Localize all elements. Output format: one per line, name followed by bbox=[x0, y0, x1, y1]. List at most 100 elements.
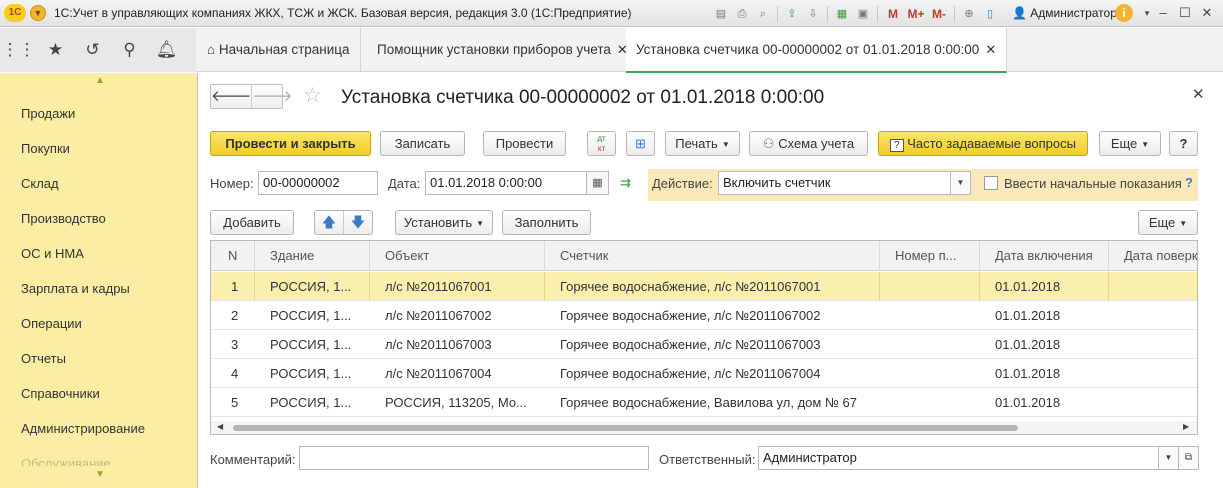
fill-button[interactable]: Заполнить bbox=[502, 210, 591, 235]
chevron-down-icon[interactable]: ▼ bbox=[951, 171, 971, 195]
sidebar-item-purchases[interactable]: Покупки bbox=[21, 141, 70, 156]
action-select[interactable]: Включить счетчик bbox=[718, 171, 951, 195]
column-header-date-check[interactable]: Дата поверк bbox=[1109, 241, 1197, 271]
print-button[interactable]: Печать ▼ bbox=[665, 131, 740, 156]
number-field[interactable]: 00-00000002 bbox=[258, 171, 378, 195]
date-field[interactable]: 01.01.2018 0:00:00 bbox=[425, 171, 587, 195]
save-icon[interactable]: ▤ bbox=[712, 5, 730, 23]
sidebar-item-catalogs[interactable]: Справочники bbox=[21, 386, 100, 401]
tab-meter-install[interactable]: Установка счетчика 00-00000002 от 01.01.… bbox=[626, 28, 1008, 73]
flag-icon[interactable]: ⇉ bbox=[620, 175, 631, 191]
tab-home[interactable]: ⌂ Начальная страница bbox=[197, 28, 361, 72]
responsible-label: Ответственный: bbox=[659, 452, 756, 467]
memory-plus-button[interactable]: M+ bbox=[906, 5, 926, 23]
history-icon[interactable]: ↺ bbox=[74, 40, 111, 60]
zoom-icon[interactable]: ⊕ bbox=[960, 5, 978, 23]
scroll-up-icon[interactable]: ▲ bbox=[94, 76, 106, 86]
memory-minus-button[interactable]: M- bbox=[929, 5, 949, 23]
sidebar-item-warehouse[interactable]: Склад bbox=[21, 176, 59, 191]
sidebar-item-payroll[interactable]: Зарплата и кадры bbox=[21, 281, 130, 296]
initial-readings-checkbox[interactable] bbox=[984, 176, 998, 190]
more-button[interactable]: Еще ▼ bbox=[1099, 131, 1161, 156]
back-arrow-icon[interactable]: 🡐 bbox=[211, 85, 251, 108]
calculator-icon[interactable]: ▦ bbox=[833, 5, 851, 23]
sidebar-item-assets[interactable]: ОС и НМА bbox=[21, 246, 84, 261]
help-button[interactable]: ? bbox=[1169, 131, 1198, 156]
panel-icon[interactable]: ▯ bbox=[981, 5, 999, 23]
save-button[interactable]: Записать bbox=[380, 131, 465, 156]
column-header-number[interactable]: Номер п... bbox=[880, 241, 980, 271]
cell-date-check bbox=[1109, 272, 1197, 301]
structure-icon[interactable]: ⊞ bbox=[626, 131, 655, 156]
history-nav: 🡐 🡒 bbox=[210, 84, 292, 109]
memory-button[interactable]: M bbox=[883, 5, 903, 23]
upload-icon[interactable]: ⇪ bbox=[783, 5, 801, 23]
move-up-icon[interactable]: 🡅 bbox=[315, 211, 343, 234]
favorite-star-icon[interactable]: ☆ bbox=[303, 85, 322, 107]
scroll-left-icon[interactable]: ◀ bbox=[217, 422, 223, 431]
preview-icon[interactable]: ⌕ bbox=[754, 5, 772, 23]
column-header-meter[interactable]: Счетчик bbox=[545, 241, 880, 271]
sidebar-item-operations[interactable]: Операции bbox=[21, 316, 82, 331]
current-user[interactable]: 👤 Администратор bbox=[1012, 6, 1117, 20]
forward-arrow-icon[interactable]: 🡒 bbox=[251, 85, 292, 108]
move-down-icon[interactable]: 🡇 bbox=[343, 211, 372, 234]
calendar-icon[interactable]: ▣ bbox=[854, 5, 872, 23]
table-more-button[interactable]: Еще ▼ bbox=[1138, 210, 1198, 235]
column-header-date-on[interactable]: Дата включения bbox=[980, 241, 1109, 271]
tab-meter-wizard[interactable]: Помощник установки приборов учета ✕ bbox=[367, 28, 639, 72]
column-header-object[interactable]: Объект bbox=[370, 241, 545, 271]
column-header-n[interactable]: N bbox=[211, 241, 255, 271]
post-button[interactable]: Провести bbox=[483, 131, 566, 156]
scroll-right-icon[interactable]: ▶ bbox=[1183, 422, 1189, 431]
cell-object: РОССИЯ, 113205, Мо... bbox=[385, 395, 527, 410]
cell-n: 4 bbox=[231, 366, 239, 381]
sidebar-item-reports[interactable]: Отчеты bbox=[21, 351, 66, 366]
close-window-button[interactable]: ✕ bbox=[1196, 3, 1218, 23]
calendar-icon[interactable]: ▦ bbox=[587, 171, 609, 195]
table-row[interactable]: 2 РОССИЯ, 1... л/с №2011067002 Горячее в… bbox=[211, 301, 1197, 330]
info-icon[interactable]: i bbox=[1115, 4, 1133, 22]
sidebar-item-service[interactable]: Обслуживание bbox=[21, 456, 111, 466]
maximize-button[interactable]: ☐ bbox=[1174, 3, 1196, 23]
favorites-icon[interactable]: ★ bbox=[37, 40, 74, 60]
add-row-button[interactable]: Добавить bbox=[210, 210, 294, 235]
help-question-icon[interactable]: ? bbox=[1185, 175, 1193, 190]
section-nav-icons: ⋮⋮ ★ ↺ ⚲ 🔔︎ bbox=[0, 28, 196, 72]
post-and-close-button[interactable]: Провести и закрыть bbox=[210, 131, 371, 156]
main-menu-button[interactable]: ▼ bbox=[30, 5, 46, 21]
table-row[interactable]: 4 РОССИЯ, 1... л/с №2011067004 Горячее в… bbox=[211, 359, 1197, 388]
dt-label: дт bbox=[597, 134, 606, 143]
responsible-field[interactable]: Администратор bbox=[758, 446, 1159, 470]
sidebar-item-administration[interactable]: Администрирование bbox=[21, 421, 145, 436]
accounting-scheme-button[interactable]: ⚇ Схема учета bbox=[749, 131, 868, 156]
faq-button[interactable]: ? Часто задаваемые вопросы bbox=[878, 131, 1088, 156]
sidebar-item-production[interactable]: Производство bbox=[21, 211, 106, 226]
open-icon[interactable]: ⧉ bbox=[1179, 446, 1199, 470]
cell-object: л/с №2011067001 bbox=[370, 272, 545, 301]
table-row[interactable]: 3 РОССИЯ, 1... л/с №2011067003 Горячее в… bbox=[211, 330, 1197, 359]
table-row[interactable]: 1 РОССИЯ, 1... л/с №2011067001 Горячее в… bbox=[211, 272, 1197, 301]
comment-field[interactable] bbox=[299, 446, 649, 470]
bell-icon[interactable]: 🔔︎ bbox=[148, 40, 185, 60]
scrollbar-thumb[interactable] bbox=[233, 425, 1018, 431]
sidebar-item-sales[interactable]: Продажи bbox=[21, 106, 75, 121]
close-tab-icon[interactable]: ✕ bbox=[985, 42, 996, 57]
cell-meter: Горячее водоснабжение, л/с №2011067001 bbox=[545, 272, 880, 301]
minimize-button[interactable]: – bbox=[1152, 3, 1174, 23]
set-button[interactable]: Установить ▼ bbox=[395, 210, 493, 235]
download-icon[interactable]: ⇩ bbox=[804, 5, 822, 23]
table-row[interactable]: 5 РОССИЯ, 1... РОССИЯ, 113205, Мо... Гор… bbox=[211, 388, 1197, 417]
tab-label: Помощник установки приборов учета bbox=[377, 42, 611, 57]
dt-kt-button[interactable]: дт кт bbox=[587, 131, 616, 156]
search-icon[interactable]: ⚲ bbox=[111, 40, 148, 60]
cell-building: РОССИЯ, 1... bbox=[270, 308, 352, 323]
horizontal-scrollbar[interactable]: ◀ ▶ bbox=[211, 421, 1197, 434]
print-icon[interactable]: ⎙ bbox=[733, 5, 751, 23]
column-header-building[interactable]: Здание bbox=[255, 241, 370, 271]
grid-menu-icon[interactable]: ⋮⋮ bbox=[0, 40, 37, 60]
cell-date-check bbox=[1109, 388, 1197, 417]
chevron-down-icon[interactable]: ▼ bbox=[1159, 446, 1179, 470]
close-icon[interactable]: ✕ bbox=[1192, 85, 1205, 103]
scroll-down-icon[interactable]: ▼ bbox=[94, 470, 106, 480]
